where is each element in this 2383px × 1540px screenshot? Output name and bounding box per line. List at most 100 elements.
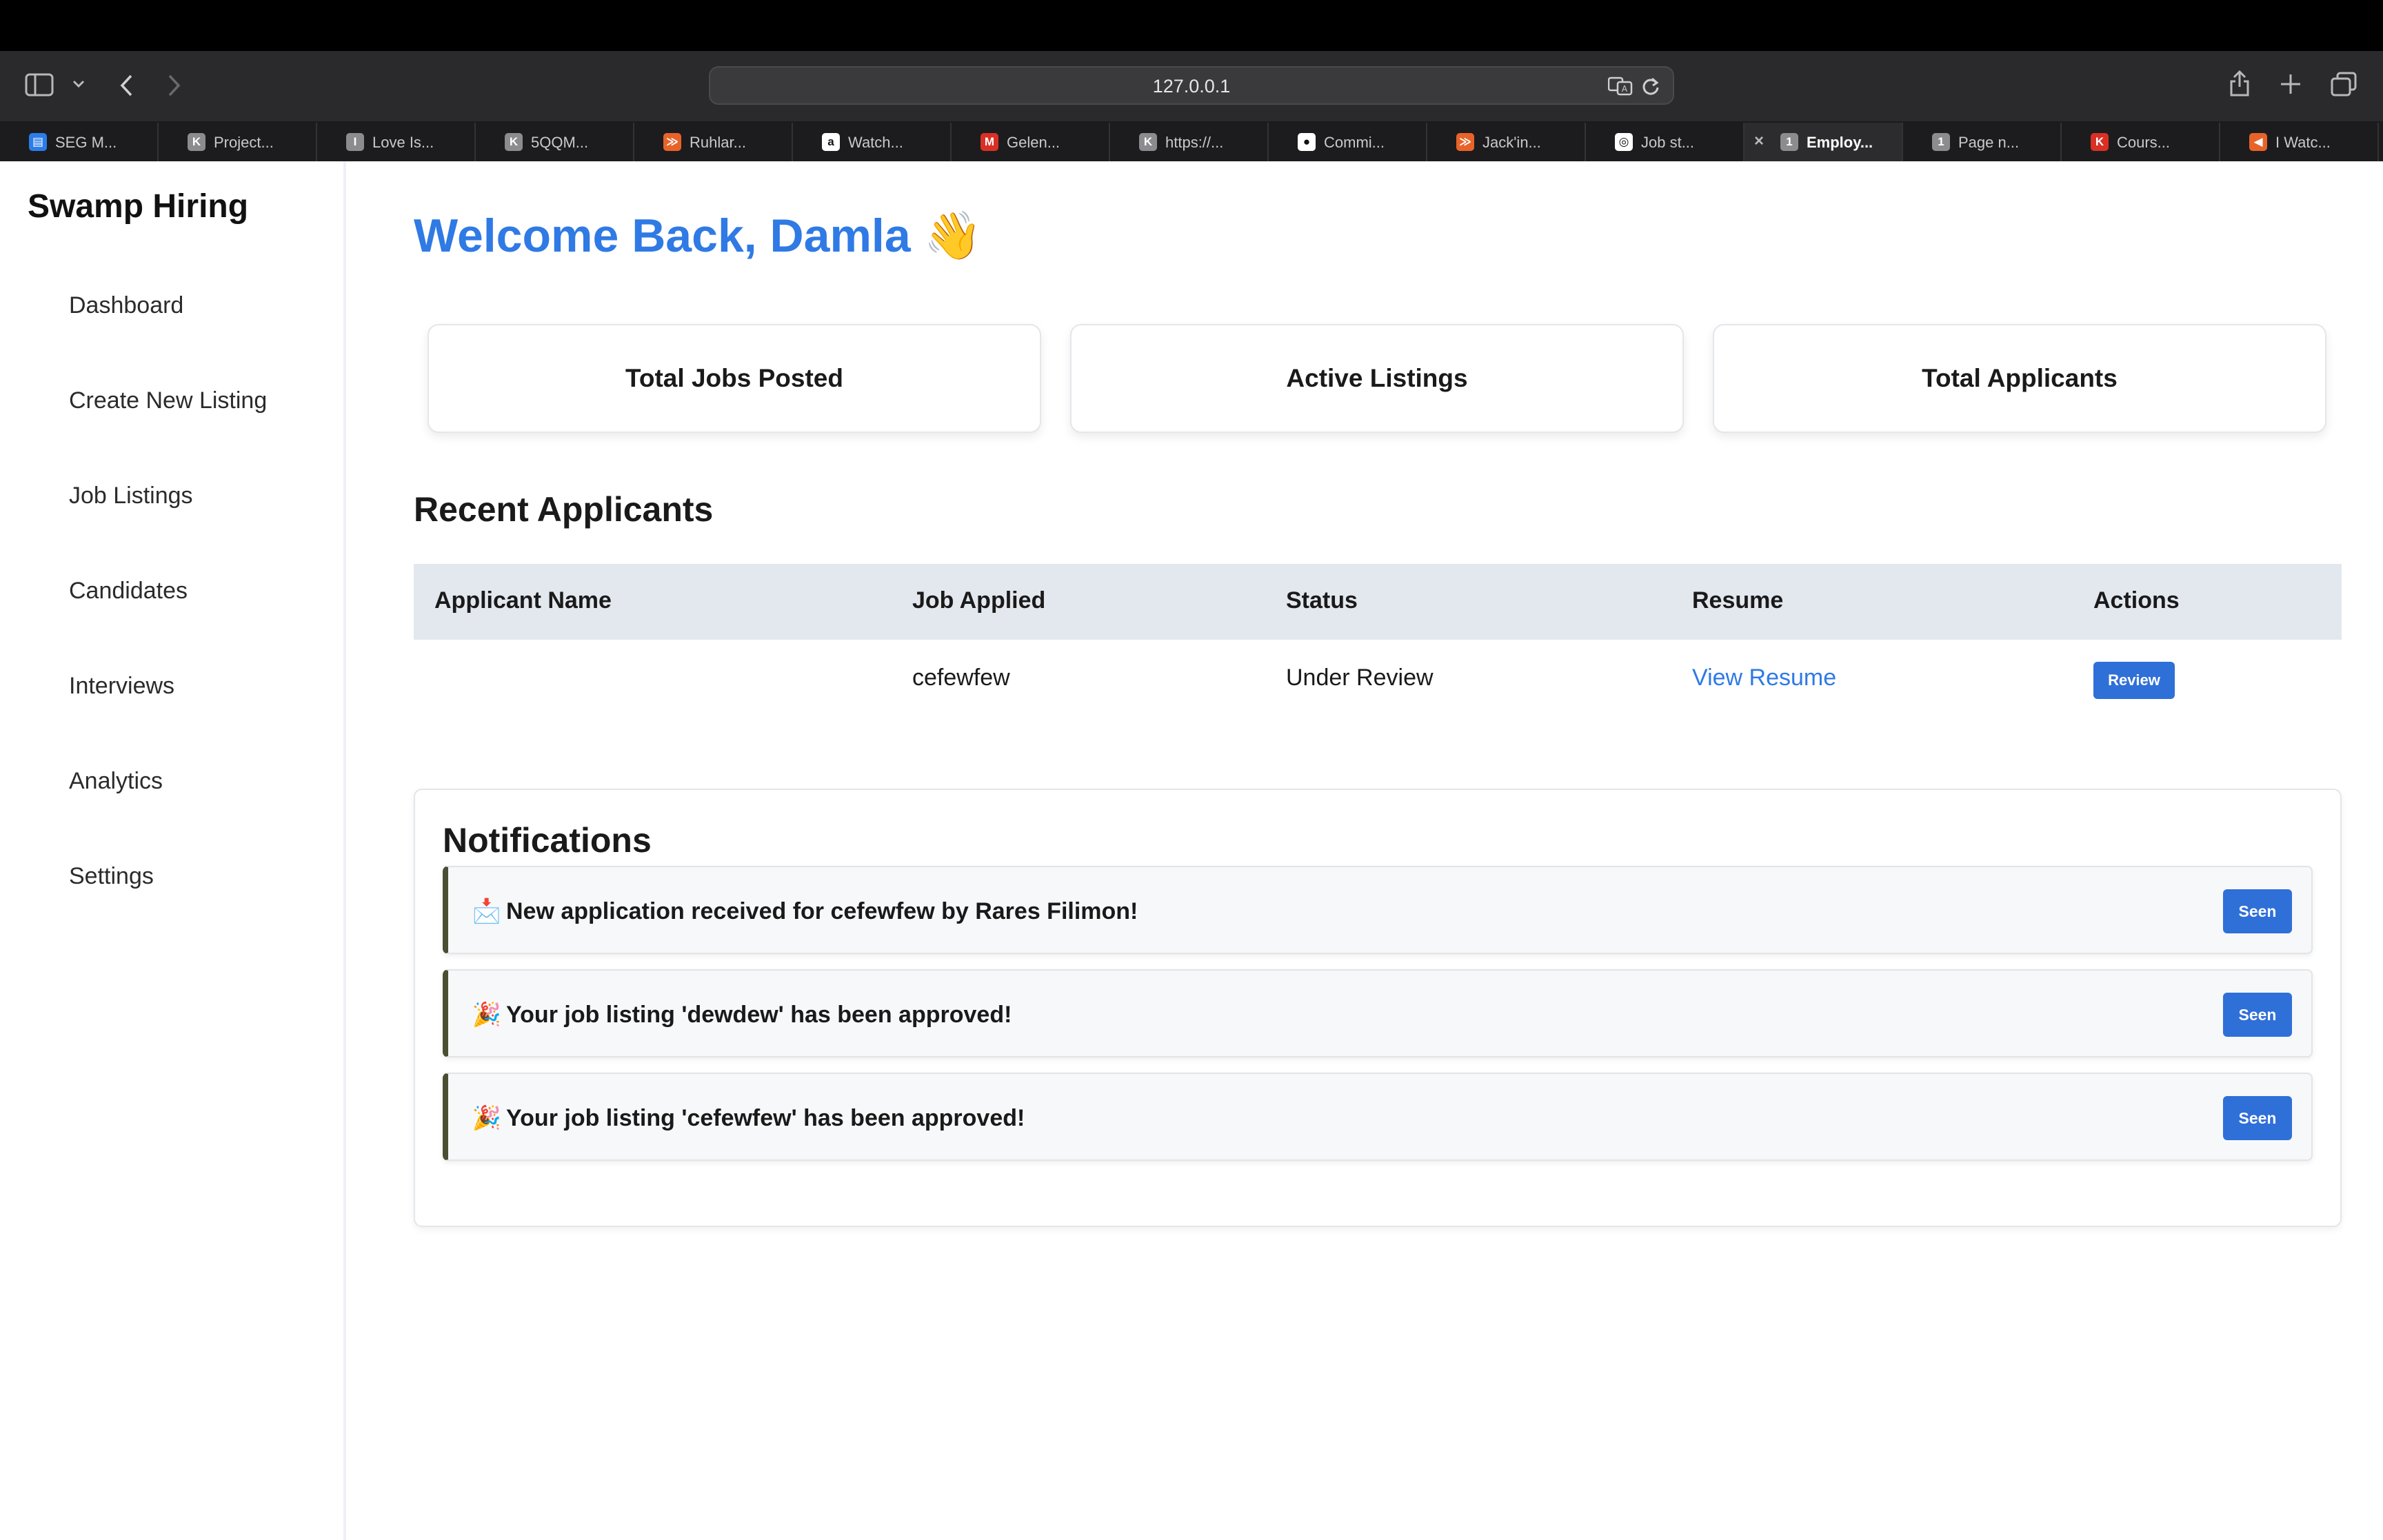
browser-tab[interactable]: ◎ Job st... — [1586, 123, 1744, 161]
browser-tab[interactable]: I Love Is... — [317, 123, 476, 161]
stat-label: Total Applicants — [1922, 364, 2118, 392]
notification-message: 📩 New application received for cefewfew b… — [472, 898, 1138, 925]
translate-icon[interactable]: A — [1607, 76, 1633, 100]
browser-tab[interactable]: ▤ SEG M... — [0, 123, 159, 161]
browser-tab[interactable]: ≫ Jack'in... — [1427, 123, 1586, 161]
browser-tab[interactable]: K Project... — [159, 123, 317, 161]
url-text: 127.0.0.1 — [1152, 76, 1231, 97]
browser-tab[interactable]: ◀ I Watc... — [2220, 123, 2379, 161]
notification-text: New application received for cefewfew by… — [506, 898, 1138, 924]
browser-tab-label: Ruhlar... — [690, 134, 746, 151]
browser-tab-label: https://... — [1165, 134, 1224, 151]
sidebar-item-candidates[interactable]: Candidates — [69, 578, 267, 673]
seen-button[interactable]: Seen — [2223, 889, 2292, 933]
sidebar-item-dashboard[interactable]: Dashboard — [69, 292, 267, 387]
browser-tab-label: Love Is... — [372, 134, 434, 151]
stat-label: Active Listings — [1286, 364, 1468, 392]
amazon-icon: a — [822, 133, 840, 151]
cell-status: Under Review — [1286, 665, 1434, 691]
review-button[interactable]: Review — [2093, 662, 2175, 699]
system-menu-bar — [0, 0, 2383, 51]
browser-tab[interactable]: × 1 Employ... — [1744, 123, 1903, 161]
column-header-applicant-name: Applicant Name — [434, 587, 612, 614]
table-header: Applicant Name Job Applied Status Resume… — [414, 564, 2342, 640]
tab-overview-icon[interactable] — [2331, 72, 2357, 97]
party-popper-icon: 🎉 — [472, 1002, 502, 1028]
sidebar-toggle-icon[interactable] — [25, 73, 54, 97]
gmail-icon: M — [981, 133, 998, 151]
new-tab-icon[interactable] — [2280, 73, 2302, 95]
applicants-table: Applicant Name Job Applied Status Resume… — [414, 564, 2342, 720]
browser-tab-label: Commi... — [1324, 134, 1385, 151]
sidebar-item-settings[interactable]: Settings — [69, 863, 267, 958]
party-popper-icon: 🎉 — [472, 1105, 502, 1131]
notification-text: Your job listing 'dewdew' has been appro… — [506, 1002, 1012, 1028]
browser-tab-label: Jack'in... — [1482, 134, 1541, 151]
browser-tab[interactable]: a Watch... — [793, 123, 952, 161]
browser-tab[interactable]: K Cours... — [2062, 123, 2220, 161]
browser-tab-label: Page n... — [1958, 134, 2020, 151]
column-header-job-applied: Job Applied — [912, 587, 1046, 614]
i-icon: I — [346, 133, 364, 151]
k-icon: K — [188, 133, 205, 151]
seen-button[interactable]: Seen — [2223, 1096, 2292, 1140]
notification-message: 🎉 Your job listing 'cefewfew' has been ap… — [472, 1104, 1025, 1132]
stat-card-active-listings: Active Listings — [1070, 324, 1684, 433]
flag-icon: ◀ — [2249, 133, 2267, 151]
k-red-icon: K — [2091, 133, 2109, 151]
envelope-icon: 📩 — [472, 898, 502, 924]
main-content: Welcome Back, Damla 👋 Total Jobs Posted … — [372, 161, 2383, 1540]
column-header-actions: Actions — [2093, 587, 2180, 614]
notification-message: 🎉 Your job listing 'dewdew' has been appr… — [472, 1001, 1012, 1029]
notification-text: Your job listing 'cefewfew' has been app… — [506, 1105, 1025, 1131]
sidebar-item-create-new-listing[interactable]: Create New Listing — [69, 387, 267, 483]
seen-button[interactable]: Seen — [2223, 993, 2292, 1037]
browser-tab-label: Employ... — [1807, 134, 1873, 151]
browser-tab-label: Job st... — [1641, 134, 1695, 151]
sidebar-nav: Dashboard Create New Listing Job Listing… — [69, 292, 267, 958]
sidebar-item-analytics[interactable]: Analytics — [69, 768, 267, 863]
address-bar[interactable]: 127.0.0.1 A — [709, 66, 1674, 105]
chevron-down-icon[interactable] — [72, 79, 86, 90]
browser-tab[interactable]: M Gelen... — [952, 123, 1110, 161]
browser-toolbar: 127.0.0.1 A — [0, 51, 2383, 123]
view-resume-link[interactable]: View Resume — [1692, 665, 1836, 691]
browser-tab[interactable]: 1 Page n... — [1903, 123, 2062, 161]
sidebar-item-job-listings[interactable]: Job Listings — [69, 483, 267, 578]
share-icon[interactable] — [2229, 69, 2251, 98]
browser-tab-label: I Watc... — [2275, 134, 2331, 151]
waving-hand-icon: 👋 — [923, 210, 983, 262]
browser-tab[interactable]: ● Commi... — [1269, 123, 1427, 161]
browser-tab[interactable]: K 5QQM... — [476, 123, 634, 161]
browser-tab-label: SEG M... — [55, 134, 117, 151]
stat-label: Total Jobs Posted — [625, 364, 843, 392]
svg-text:A: A — [1622, 84, 1628, 94]
browser-tab[interactable]: ≫ Ruhlar... — [634, 123, 793, 161]
browser-tab[interactable]: Khttps://... — [1110, 123, 1269, 161]
k-icon: K — [505, 133, 523, 151]
cell-job-applied: cefewfew — [912, 665, 1010, 691]
sidebar-item-interviews[interactable]: Interviews — [69, 673, 267, 768]
browser-tab-label: Watch... — [848, 134, 903, 151]
column-header-status: Status — [1286, 587, 1358, 614]
trello-icon: ▤ — [29, 133, 47, 151]
stat-card-total-jobs-posted: Total Jobs Posted — [428, 324, 1041, 433]
welcome-text: Welcome Back, Damla — [414, 210, 911, 262]
back-icon[interactable] — [119, 73, 134, 98]
notification-item: 📩 New application received for cefewfew b… — [443, 866, 2313, 954]
close-tab-icon[interactable]: × — [1754, 132, 1764, 151]
k-icon: K — [1139, 133, 1157, 151]
recent-applicants-title: Recent Applicants — [414, 490, 714, 529]
table-row: cefewfew Under Review View Resume Review — [414, 640, 2342, 720]
one-icon: 1 — [1780, 133, 1798, 151]
browser-tab-label: Gelen... — [1007, 134, 1060, 151]
tab-strip: ▤ SEG M... K Project... I Love Is... K 5QQM... ≫… — [0, 123, 2383, 161]
tv-icon: ≫ — [663, 133, 681, 151]
forward-icon[interactable] — [167, 73, 182, 98]
chatgpt-icon: ◎ — [1615, 133, 1633, 151]
notification-item: 🎉 Your job listing 'dewdew' has been appr… — [443, 969, 2313, 1057]
reload-icon[interactable] — [1641, 76, 1660, 100]
browser-tab-label: Project... — [214, 134, 274, 151]
notification-item: 🎉 Your job listing 'cefewfew' has been ap… — [443, 1073, 2313, 1161]
column-header-resume: Resume — [1692, 587, 1784, 614]
